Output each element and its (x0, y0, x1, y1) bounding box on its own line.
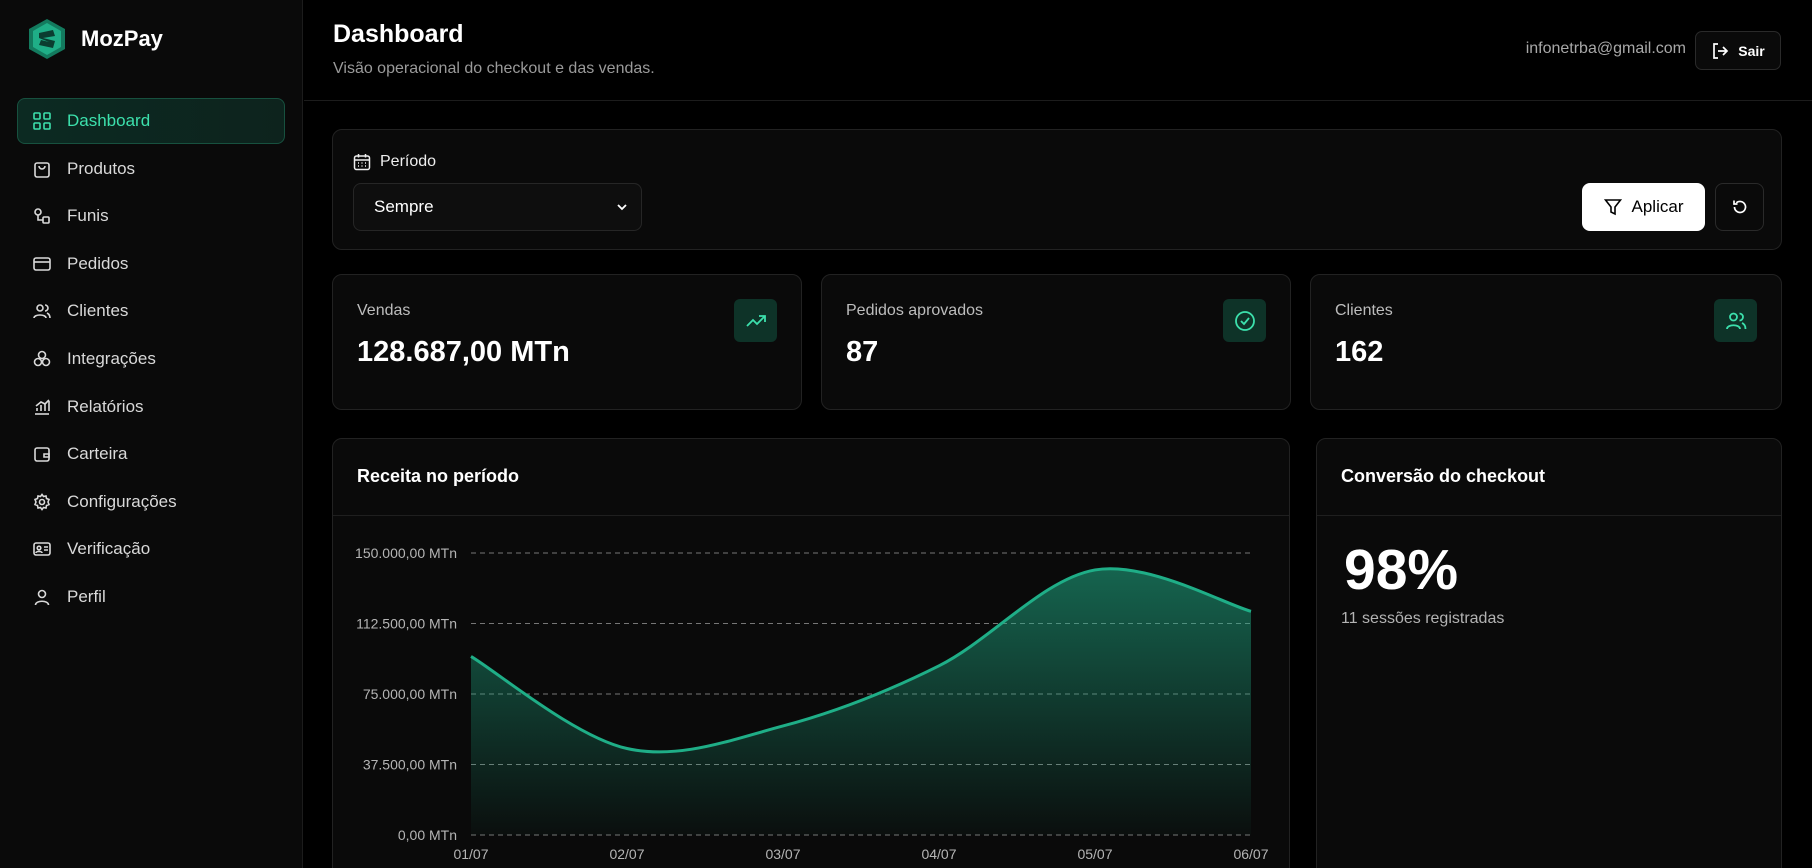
stat-card-clientes: Clientes 162 (1310, 274, 1782, 410)
apply-button[interactable]: Aplicar (1582, 183, 1705, 231)
sidebar-item-label: Verificação (67, 539, 151, 559)
integrations-icon (33, 350, 51, 367)
stat-value: 87 (846, 336, 879, 368)
sidebar-item-pedidos[interactable]: Pedidos (17, 241, 285, 287)
sidebar-item-label: Relatórios (67, 396, 144, 416)
revenue-chart: 0,00 MTn 37.500,00 MTn 75.000,00 MTn 112.50… (355, 545, 1269, 862)
apply-label: Aplicar (1631, 197, 1684, 216)
sidebar-item-carteira[interactable]: Carteira (17, 431, 285, 477)
funnel-flow-icon (34, 208, 50, 224)
chart-x-tick-label: 03/07 (765, 846, 800, 862)
stat-label: Pedidos aprovados (846, 302, 983, 319)
sidebar-item-verificacao[interactable]: Verificação (17, 526, 285, 572)
sidebar-item-label: Configurações (67, 491, 177, 511)
wallet-icon (34, 447, 50, 462)
stat-value: 128.687,00 MTn (357, 336, 570, 368)
page-title: Dashboard (333, 20, 464, 48)
gear-icon (33, 492, 51, 511)
chart-x-tick-label: 02/07 (609, 846, 644, 862)
chart-x-tick-label: 01/07 (453, 846, 488, 862)
chart-y-tick-label: 75.000,00 MTn (363, 686, 457, 702)
reset-button[interactable] (1715, 183, 1764, 231)
conversion-value: 98% (1344, 538, 1459, 602)
conversion-panel-title: Conversão do checkout (1341, 466, 1546, 486)
mozpay-logo-icon (29, 19, 65, 59)
revenue-chart-panel: Receita no período 0,00 MTn 37.500,00 MTn… (332, 438, 1290, 868)
period-label-group: Período (353, 153, 436, 171)
conversion-sessions: 11 sessões registradas (1341, 610, 1505, 627)
sidebar-item-perfil[interactable]: Perfil (17, 574, 285, 620)
stat-card-pedidos-aprovados: Pedidos aprovados 87 (821, 274, 1291, 410)
users-icon (33, 304, 51, 319)
logout-icon (1713, 42, 1729, 59)
sidebar-item-label: Produtos (67, 158, 136, 178)
chart-y-tick-label: 37.500,00 MTn (363, 757, 457, 773)
chart-x-tick-label: 04/07 (921, 846, 956, 862)
sidebar-item-dashboard[interactable]: Dashboard (17, 98, 285, 144)
calendar-icon (353, 154, 371, 171)
filter-icon (1603, 199, 1622, 216)
page-header: Dashboard Visão operacional do checkout … (304, 0, 1812, 101)
shopping-bag-icon (34, 161, 50, 178)
credit-card-icon (33, 256, 51, 271)
chart-x-tick-label: 05/07 (1077, 846, 1112, 862)
sidebar-item-label: Carteira (67, 444, 128, 464)
sidebar-item-label: Dashboard (67, 111, 151, 130)
trending-up-icon (734, 299, 777, 342)
period-select-value: Sempre (374, 197, 434, 216)
refresh-icon (1732, 200, 1746, 214)
conversion-panel: Conversão do checkout 98% 11 sessões reg… (1316, 438, 1782, 868)
id-card-icon (33, 542, 51, 557)
grid-icon (33, 112, 51, 130)
sidebar-nav: Dashboard Produtos Funis Pedidos Cliente… (17, 98, 285, 622)
brand-name: MozPay (81, 26, 163, 51)
period-select[interactable]: Sempre (353, 183, 642, 231)
sidebar-item-label: Clientes (67, 301, 129, 321)
chart-x-tick-label: 06/07 (1233, 846, 1268, 862)
sidebar-item-integracoes[interactable]: Integrações (17, 336, 285, 382)
logout-label: Sair (1738, 42, 1765, 59)
sidebar-item-relatorios[interactable]: Relatórios (17, 384, 285, 430)
sidebar-item-clientes[interactable]: Clientes (17, 288, 285, 334)
sidebar-item-label: Perfil (67, 586, 106, 606)
stat-card-vendas: Vendas 128.687,00 MTn (332, 274, 802, 410)
sidebar-item-label: Integrações (67, 348, 156, 368)
brand[interactable]: MozPay (27, 18, 163, 60)
sidebar-item-label: Funis (67, 206, 109, 226)
chart-y-tick-label: 0,00 MTn (398, 827, 457, 843)
stat-label: Clientes (1335, 302, 1393, 319)
sidebar-item-label: Pedidos (67, 253, 129, 273)
sidebar: MozPay Dashboard Produtos Funis Pedidos … (0, 0, 303, 868)
chart-y-tick-label: 112.500,00 MTn (356, 616, 457, 632)
stat-label: Vendas (357, 302, 411, 319)
panel-divider (1317, 515, 1781, 516)
check-circle-icon (1223, 299, 1266, 342)
users-icon (1714, 299, 1757, 342)
sidebar-item-produtos[interactable]: Produtos (17, 146, 285, 192)
chevron-down-icon (617, 204, 627, 211)
user-icon (34, 589, 50, 606)
stat-value: 162 (1335, 336, 1384, 368)
page-subtitle: Visão operacional do checkout e das vend… (333, 60, 655, 77)
chart-y-tick-label: 150.000,00 MTn (355, 545, 457, 561)
sidebar-item-configuracoes[interactable]: Configurações (17, 479, 285, 525)
period-label: Período (380, 153, 437, 170)
logout-button[interactable]: Sair (1695, 31, 1781, 70)
sidebar-item-funis[interactable]: Funis (17, 193, 285, 239)
user-email: infonetrba@gmail.com (1525, 40, 1686, 57)
filter-panel: Período Sempre Aplicar (332, 129, 1782, 250)
chart-bars-icon (35, 398, 50, 415)
